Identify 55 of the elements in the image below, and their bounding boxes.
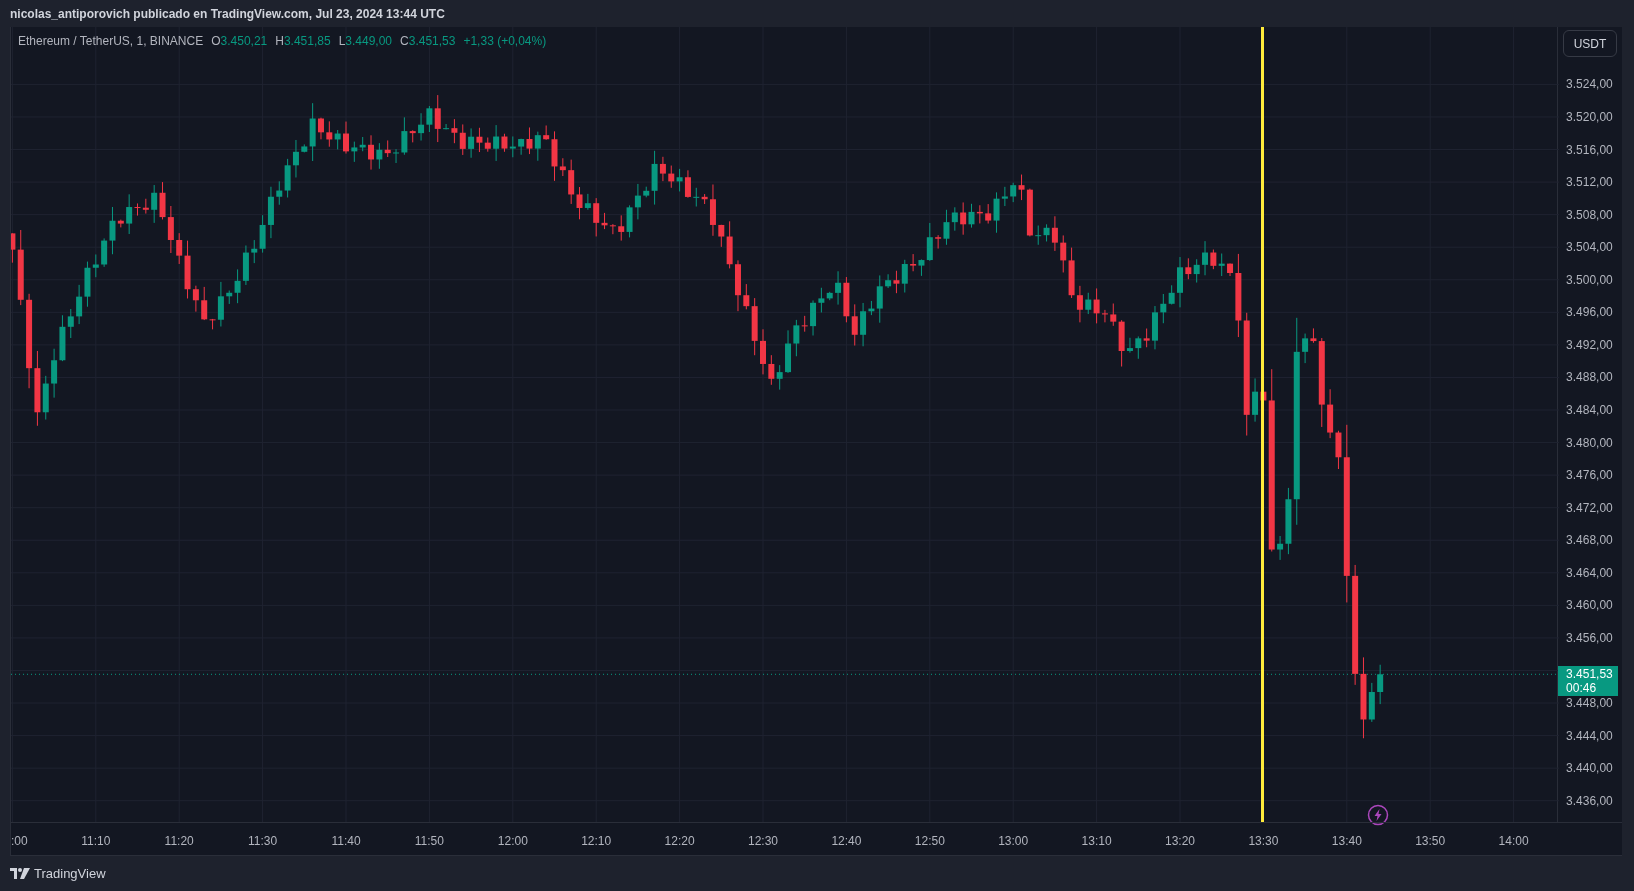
publisher-line: nicolas_antiporovich publicado en TradingView.com, Jul 23, 2024 13:44 UTC [10, 5, 445, 23]
time-tick: 13:40 [1331, 833, 1362, 850]
price-tick: 3.468,00 [1566, 533, 1613, 548]
lightning-icon[interactable] [1367, 804, 1389, 826]
price-tick: 3.472,00 [1566, 500, 1613, 515]
price-tick: 3.464,00 [1566, 565, 1613, 580]
price-tick: 3.512,00 [1566, 175, 1613, 190]
price-tick: 3.508,00 [1566, 207, 1613, 222]
ohlc-value: L3.449,00 [338, 33, 393, 50]
price-tick: 3.492,00 [1566, 337, 1613, 352]
time-tick: 13:30 [1248, 833, 1279, 850]
price-tick: 3.484,00 [1566, 403, 1613, 417]
price-tick: 3.456,00 [1566, 630, 1613, 645]
time-tick: 11:20 [164, 833, 194, 850]
price-tick: 3.504,00 [1566, 240, 1613, 255]
time-tick: 11:10 [81, 833, 111, 850]
time-tick: 13:50 [1415, 833, 1446, 850]
time-tick: 11:50 [414, 833, 444, 850]
price-tick: 3.460,00 [1566, 598, 1613, 613]
ohlc-value: C3.451,53 [400, 33, 456, 50]
price-tick: 3.444,00 [1566, 728, 1613, 743]
currency-button[interactable]: USDT [1563, 30, 1618, 57]
time-tick: 14:00 [1498, 833, 1529, 850]
time-tick: 12:20 [664, 833, 695, 850]
price-tick: 3.436,00 [1566, 793, 1613, 808]
time-tick: 13:10 [1081, 833, 1112, 850]
price-tick: 3.480,00 [1566, 435, 1613, 450]
time-tick: 13:00 [998, 833, 1029, 850]
time-tick: 13:20 [1165, 833, 1195, 850]
time-tick: :00 [11, 833, 28, 850]
price-tick: 3.496,00 [1566, 305, 1613, 320]
price-tick: 3.476,00 [1566, 468, 1613, 483]
time-tick: 12:00 [497, 833, 528, 850]
price-tick: 3.500,00 [1566, 272, 1613, 287]
symbol-title: Ethereum / TetherUS, 1, BINANCE [18, 33, 204, 50]
price-tick: 3.524,00 [1566, 77, 1613, 92]
time-tick: 11:40 [331, 833, 361, 850]
logo-icon [10, 868, 30, 879]
ohlc-value: O3.450,21 [211, 33, 268, 50]
time-tick: 12:40 [831, 833, 862, 850]
time-tick: 11:30 [248, 833, 278, 850]
price-tick: 3.440,00 [1566, 761, 1613, 776]
ohlc-value: H3.451,85 [275, 33, 331, 50]
price-tick: 3.488,00 [1566, 370, 1613, 385]
chart-plot[interactable]: Ethereum / TetherUS, 1, BINANCE O3.450,21 H3.451,85 L3.449,00 C3.451,53 +1,33 (+0,04%) [11, 27, 1559, 822]
time-tick: 12:50 [914, 833, 945, 850]
logo-text: TradingView [34, 864, 106, 883]
bar-countdown: 00:46 [1566, 681, 1598, 696]
price-tick: 3.448,00 [1566, 696, 1613, 711]
time-tick: 12:30 [748, 833, 778, 850]
last-price: 3.451,53 [1566, 667, 1614, 682]
price-change: +1,33 (+0,04%) [463, 33, 547, 50]
price-tick: 3.520,00 [1566, 109, 1613, 124]
price-tick: 3.516,00 [1566, 142, 1613, 157]
time-tick: 12:10 [581, 833, 612, 850]
